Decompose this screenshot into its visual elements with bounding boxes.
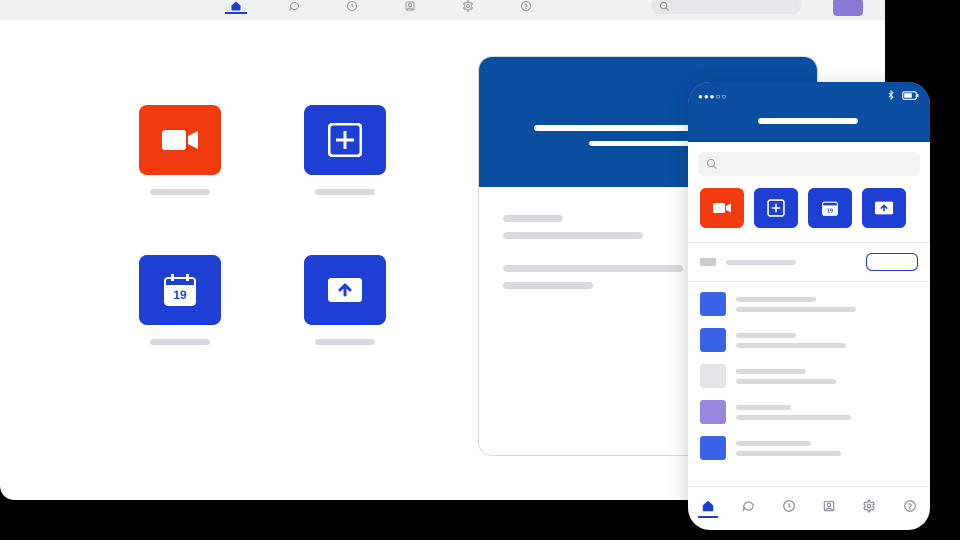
battery-icon xyxy=(902,91,920,100)
item-thumbnail xyxy=(700,400,726,424)
plus-icon xyxy=(767,199,785,217)
action-tiles: 19 xyxy=(135,105,390,345)
divider xyxy=(688,281,930,282)
tile-label xyxy=(150,189,210,195)
tile-label xyxy=(315,189,375,195)
phone-join-button[interactable] xyxy=(754,188,798,228)
section-icon xyxy=(700,258,716,266)
topbar-nav xyxy=(225,0,537,14)
tab-contacts[interactable] xyxy=(819,499,839,518)
video-icon xyxy=(712,201,732,215)
svg-text:19: 19 xyxy=(173,288,187,302)
item-line xyxy=(736,415,851,420)
video-icon xyxy=(160,126,200,154)
phone-schedule-button[interactable]: 19 xyxy=(808,188,852,228)
card-text-line xyxy=(503,215,563,222)
phone-tabbar xyxy=(688,486,930,530)
list-item[interactable] xyxy=(700,400,918,424)
new-meeting-button[interactable] xyxy=(139,105,221,175)
plus-icon xyxy=(328,123,362,157)
calendar-icon: 19 xyxy=(820,198,840,218)
tile-new-meeting xyxy=(135,105,225,195)
tab-clock[interactable] xyxy=(779,499,799,518)
list-item[interactable] xyxy=(700,292,918,316)
item-thumbnail xyxy=(700,328,726,352)
item-thumbnail xyxy=(700,436,726,460)
bluetooth-icon xyxy=(886,90,896,100)
phone-list[interactable] xyxy=(688,286,930,486)
item-line xyxy=(736,441,811,446)
phone-search-input[interactable] xyxy=(698,152,920,176)
list-item[interactable] xyxy=(700,364,918,388)
list-item[interactable] xyxy=(700,436,918,460)
home-icon xyxy=(700,499,716,513)
share-button[interactable] xyxy=(304,255,386,325)
card-text-line xyxy=(503,282,593,289)
desktop-topbar xyxy=(0,0,885,20)
item-line xyxy=(736,405,791,410)
clock-icon xyxy=(781,499,797,513)
section-action-button[interactable] xyxy=(866,253,918,271)
gear-icon xyxy=(861,499,877,513)
tile-schedule: 19 xyxy=(135,255,225,345)
tab-settings[interactable] xyxy=(859,499,879,518)
phone-mockup: ●●●○○ 19 xyxy=(688,82,930,530)
item-line xyxy=(736,369,806,374)
item-line xyxy=(736,379,836,384)
search-input[interactable] xyxy=(651,0,801,14)
item-line xyxy=(736,451,841,456)
join-button[interactable] xyxy=(304,105,386,175)
search-icon xyxy=(659,1,670,12)
tile-join xyxy=(300,105,390,195)
list-item[interactable] xyxy=(700,328,918,352)
divider xyxy=(688,242,930,243)
phone-statusbar: ●●●○○ xyxy=(688,82,930,142)
nav-chat[interactable] xyxy=(283,0,305,14)
carrier-signal: ●●●○○ xyxy=(698,92,727,101)
tile-label xyxy=(315,339,375,345)
card-subtitle-line xyxy=(589,141,699,146)
phone-title xyxy=(758,118,858,124)
nav-clock[interactable] xyxy=(341,0,363,14)
tile-label xyxy=(150,339,210,345)
search-icon xyxy=(706,158,718,170)
svg-text:19: 19 xyxy=(827,209,833,215)
item-line xyxy=(736,307,856,312)
item-line xyxy=(736,333,796,338)
item-thumbnail xyxy=(700,364,726,388)
item-thumbnail xyxy=(700,292,726,316)
phone-share-button[interactable] xyxy=(862,188,906,228)
tab-home[interactable] xyxy=(698,499,718,518)
chat-icon xyxy=(740,499,756,513)
section-label xyxy=(726,260,796,265)
avatar[interactable] xyxy=(833,0,863,16)
item-line xyxy=(736,297,816,302)
card-text-line xyxy=(503,265,683,272)
nav-settings[interactable] xyxy=(457,0,479,14)
nav-contacts[interactable] xyxy=(399,0,421,14)
phone-new-meeting-button[interactable] xyxy=(700,188,744,228)
schedule-button[interactable]: 19 xyxy=(139,255,221,325)
calendar-icon: 19 xyxy=(161,271,199,309)
nav-home[interactable] xyxy=(225,0,247,14)
tab-help[interactable] xyxy=(900,499,920,518)
tile-share xyxy=(300,255,390,345)
tab-chat[interactable] xyxy=(738,499,758,518)
upload-icon xyxy=(325,275,365,305)
phone-action-tiles: 19 xyxy=(688,184,930,238)
help-icon xyxy=(902,499,918,513)
contacts-icon xyxy=(821,499,837,513)
nav-help[interactable] xyxy=(515,0,537,14)
card-text-line xyxy=(503,232,643,239)
item-line xyxy=(736,343,846,348)
upload-icon xyxy=(873,200,895,216)
phone-section-header xyxy=(688,247,930,277)
